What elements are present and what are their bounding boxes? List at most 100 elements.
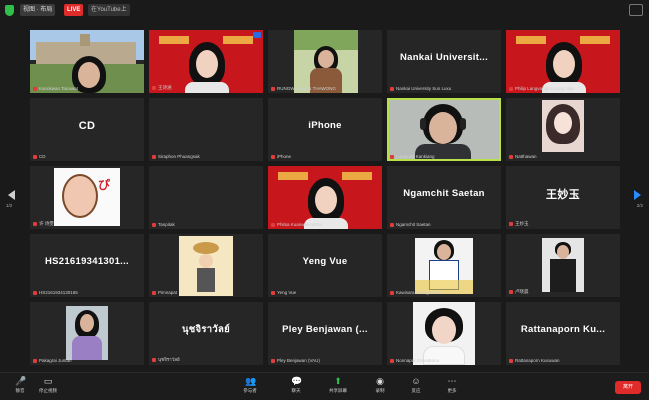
headset-icon	[460, 118, 466, 130]
participant-label-text: Pakagrai Juntan	[39, 358, 72, 363]
participant-tile[interactable]: นุชจิราวัลย์ นุชจิราวัลย์	[149, 302, 263, 365]
share-icon: ⬆	[334, 376, 342, 386]
participant-tile[interactable]: ぴ许 诗雯	[30, 166, 144, 229]
toolbar-button-label: 反应	[411, 388, 421, 393]
toolbar-button[interactable]: 💬 聊天	[282, 376, 310, 394]
next-page-arrow-icon[interactable]	[634, 190, 641, 200]
prev-page-arrow-icon[interactable]	[8, 190, 15, 200]
participant-tile[interactable]: Pakagrai Juntan	[30, 302, 144, 365]
participants-icon: 👥	[245, 376, 257, 386]
participant-tile[interactable]: 王妙玉 王妙玉	[506, 166, 620, 229]
participant-label: Lungmak Kankiang	[390, 154, 435, 159]
participant-label: 王妙玉	[509, 221, 529, 227]
face	[196, 50, 218, 78]
participant-tile[interactable]: Nankai Universit... Nankai University Sun…	[387, 30, 501, 93]
toolbar-button[interactable]: 👥 参与者	[236, 376, 264, 394]
muted-mic-icon	[33, 86, 37, 91]
muted-mic-icon	[33, 222, 37, 226]
toolbar-button[interactable]: 🎤 静音	[6, 376, 34, 394]
shirt	[185, 82, 229, 93]
participant-label-text: Nankai University Sun Luxu	[396, 86, 452, 91]
participant-tile[interactable]: Nonnapat Siriwattana	[387, 302, 501, 365]
participant-tile[interactable]: Kawisara Saengsanoh	[387, 234, 501, 297]
participant-tile[interactable]: HS21619341301... HS2161934130165	[30, 234, 144, 297]
participant-tile[interactable]: Philip Langvangmu Long Nan	[506, 30, 620, 93]
participant-tile[interactable]: Rattanaporn Ku... Rattanaporn Kusuwan	[506, 302, 620, 365]
face	[78, 62, 100, 88]
security-shield-icon[interactable]	[5, 5, 14, 16]
muted-mic-icon	[33, 358, 37, 363]
participant-tile[interactable]: Pley Benjawan (... Pley Benjawan (VAU)	[268, 302, 382, 365]
participant-label: Phitsa Kuanweesattha	[271, 222, 322, 227]
toolbar-button-label: 参与者	[243, 388, 257, 393]
participant-name: CD	[78, 119, 96, 132]
leave-meeting-button[interactable]: 离开	[615, 381, 641, 394]
toolbar-button[interactable]: ▭ 停止视频	[34, 376, 62, 394]
participant-tile[interactable]: Ngamchit Saetan Ngamchit Saetan	[387, 166, 501, 229]
participant-label: นุชจิราวัลย์	[152, 356, 180, 363]
participant-tile[interactable]: Lungmak Kankiang	[387, 98, 501, 161]
participant-tile[interactable]: Yeng Vue Yeng Vue	[268, 234, 382, 297]
video-grid: Kanokwan Tanawat 王诗涵 RUNGWALIWAN THAWONG Na…	[30, 30, 620, 368]
reactions-icon: ☺	[411, 376, 421, 386]
muted-mic-icon	[152, 86, 156, 90]
toolbar-button[interactable]: ⬆ 共享屏幕	[324, 376, 352, 394]
face	[318, 50, 334, 68]
more-icon: ⋯	[447, 376, 457, 386]
toolbar-button-label: 录制	[375, 388, 385, 393]
participant-tile[interactable]: Kanokwan Tanawat	[30, 30, 144, 93]
participant-tile[interactable]: Pimnapat	[149, 234, 263, 297]
participant-tile[interactable]: 王诗涵	[149, 30, 263, 93]
face	[553, 50, 575, 78]
muted-mic-icon	[509, 358, 513, 363]
toolbar-button[interactable]: ⋯ 更多	[438, 376, 466, 394]
participant-label: Kanokwan Tanawat	[33, 86, 78, 91]
participant-tile[interactable]: CD CD	[30, 98, 144, 161]
participant-label-text: 卢晓晨	[515, 289, 529, 294]
live-platform-label: 在YouTube上	[88, 4, 130, 16]
muted-mic-icon	[152, 357, 156, 362]
cartoon-text-decoration: ぴ	[98, 178, 111, 192]
participant-tile[interactable]: Phitsa Kuanweesattha	[268, 166, 382, 229]
participant-label-text: Lungmak Kankiang	[396, 154, 435, 159]
participant-label: 卢晓晨	[509, 289, 529, 295]
participant-label: Pley Benjawan (VAU)	[271, 358, 320, 363]
banner-text-decoration	[223, 36, 253, 44]
toolbar-button[interactable]: ◉ 录制	[366, 376, 394, 394]
muted-mic-icon	[271, 154, 275, 159]
hat	[193, 242, 219, 254]
participant-tile[interactable]: RUNGWALIWAN THAWONG	[268, 30, 382, 93]
muted-mic-icon	[152, 222, 156, 227]
participant-tile[interactable]: iPhone iPhone	[268, 98, 382, 161]
record-icon: ◉	[376, 376, 384, 386]
muted-mic-icon	[390, 86, 394, 91]
participant-name: นุชจิราวัลย์	[181, 324, 231, 335]
participant-label-text: Ngamchit Saetan	[396, 222, 431, 227]
muted-mic-icon	[271, 86, 275, 91]
participant-label: 许 诗雯	[33, 221, 54, 227]
banner-text-decoration	[342, 172, 372, 180]
muted-mic-icon	[509, 154, 513, 159]
participant-label-text: 许 诗雯	[39, 221, 54, 226]
muted-mic-icon	[271, 222, 275, 227]
participant-label-text: Nonnapat Siriwattana	[396, 358, 440, 363]
participant-label-text: RUNGWALIWAN THAWONG	[277, 86, 336, 91]
fullscreen-icon[interactable]	[629, 4, 643, 16]
muted-mic-icon	[390, 222, 394, 227]
live-badge[interactable]: LIVE	[64, 4, 84, 16]
participant-tile[interactable]: Natthawan	[506, 98, 620, 161]
view-button[interactable]: 视图 · 布局	[20, 4, 56, 16]
banner-text-decoration	[580, 36, 610, 44]
participant-label-text: Kawisara Saengsanoh	[396, 290, 442, 295]
toolbar-button-label: 更多	[447, 388, 457, 393]
participant-tile[interactable]: 卢晓晨	[506, 234, 620, 297]
face	[437, 244, 451, 260]
muted-mic-icon	[509, 86, 513, 91]
headset-icon	[420, 118, 426, 130]
muted-mic-icon	[390, 290, 394, 295]
participant-label-text: นุชจิราวัลย์	[158, 357, 180, 362]
participant-tile[interactable]: Siraphon Phuangsak	[149, 98, 263, 161]
participant-tile[interactable]: Tanpitak	[149, 166, 263, 229]
participant-name: Yeng Vue	[302, 256, 348, 267]
toolbar-button[interactable]: ☺ 反应	[402, 376, 430, 394]
